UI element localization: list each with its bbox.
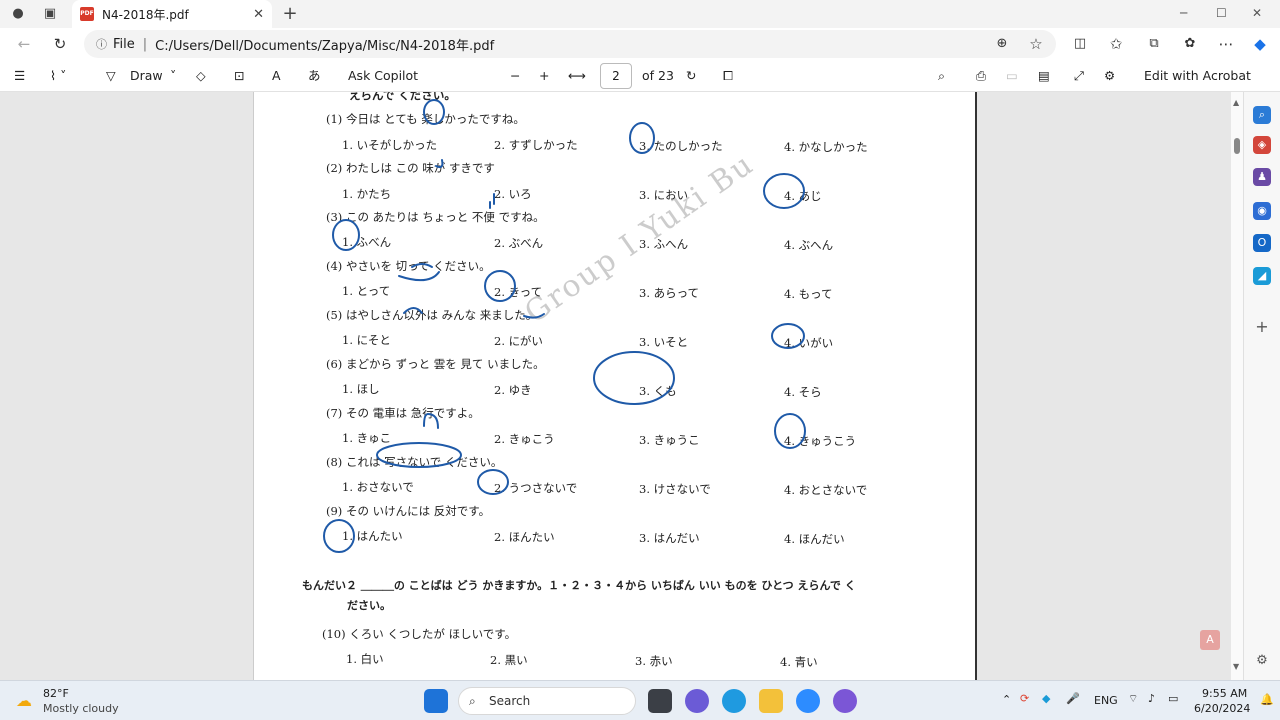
fit-page-icon[interactable]: ⟷ bbox=[568, 68, 586, 84]
page-number-input[interactable]: 2 bbox=[600, 63, 632, 89]
pdf-toolbar: ☰ ⌇ ˅ ▽ Draw ˅ ◇ ⊡ A あ Ask Copilot − + ⟷… bbox=[0, 60, 1280, 92]
microphone-icon[interactable]: 🎤 bbox=[1066, 692, 1080, 705]
save-as-icon[interactable]: ▤ bbox=[1038, 68, 1050, 84]
edge-sidebar: ⌕ ◈ ♟ ◉ O ◢ + ⚙ bbox=[1243, 92, 1280, 680]
edge-icon[interactable] bbox=[722, 689, 746, 713]
tab-title: N4-2018年.pdf bbox=[102, 7, 189, 22]
language-indicator[interactable]: ENG bbox=[1094, 694, 1118, 707]
sidebar-drop-icon[interactable]: ◢ bbox=[1253, 267, 1271, 285]
tray-app-icon[interactable]: ◆ bbox=[1042, 692, 1050, 705]
draw-icon[interactable]: ▽ bbox=[106, 68, 116, 84]
taskbar-search-icon: ⌕ bbox=[469, 694, 476, 708]
viber-icon[interactable] bbox=[833, 689, 857, 713]
wifi-icon[interactable]: ⌔ bbox=[1128, 692, 1138, 706]
sidebar-add-icon[interactable]: + bbox=[1253, 318, 1271, 336]
pdf-icon: PDF bbox=[80, 7, 94, 21]
clock-date[interactable]: 6/20/2024 bbox=[1194, 702, 1250, 715]
page-count: of 23 bbox=[642, 68, 674, 83]
address-bar[interactable]: ⓘ File | C:/Users/Dell/Documents/Zapya/M… bbox=[84, 30, 1056, 58]
meet-icon[interactable] bbox=[685, 689, 709, 713]
sidebar-games-icon[interactable]: ♟ bbox=[1253, 168, 1271, 186]
volume-icon[interactable]: ♪ bbox=[1148, 692, 1155, 705]
split-screen-icon[interactable]: ◫ bbox=[1070, 34, 1090, 54]
tab-strip: ● ▣ PDF N4-2018年.pdf ✕ + ─ ☐ ✕ bbox=[0, 0, 1280, 28]
close-window-icon[interactable]: ✕ bbox=[1252, 6, 1262, 20]
weather-desc: Mostly cloudy bbox=[43, 702, 119, 715]
notifications-icon[interactable]: 🔔 bbox=[1260, 693, 1274, 706]
sidebar-shopping-icon[interactable]: ◈ bbox=[1253, 136, 1271, 154]
url-separator: | bbox=[142, 36, 148, 52]
scroll-up-icon[interactable]: ▲ bbox=[1233, 98, 1239, 107]
profile-icon[interactable]: ● bbox=[8, 4, 28, 24]
maximize-icon[interactable]: ☐ bbox=[1216, 6, 1227, 20]
task-view-icon[interactable] bbox=[648, 689, 672, 713]
scrollbar-thumb[interactable] bbox=[1234, 138, 1240, 154]
tray-sync-icon[interactable]: ⟳ bbox=[1020, 692, 1029, 705]
ink-annotations bbox=[323, 99, 806, 553]
address-bar-row: ← ↻ ⓘ File | C:/Users/Dell/Documents/Zap… bbox=[0, 28, 1280, 60]
eraser-icon[interactable]: ◇ bbox=[196, 68, 206, 84]
weather-temp: 82°F bbox=[43, 687, 69, 700]
draw-dropdown-icon[interactable]: ˅ bbox=[170, 68, 176, 84]
sidebar-m365-icon[interactable]: ◉ bbox=[1253, 202, 1271, 220]
scroll-down-icon[interactable]: ▼ bbox=[1233, 662, 1239, 671]
weather-icon[interactable]: ☁ bbox=[16, 691, 32, 710]
extensions-icon[interactable]: ✿ bbox=[1180, 34, 1200, 54]
zoom-in-icon[interactable]: + bbox=[539, 68, 549, 84]
info-icon: ⓘ bbox=[96, 38, 107, 51]
pdf-viewer[interactable]: Group I Yuki Bu えらんで ください。 (1) 今日は とても 楽… bbox=[0, 92, 1231, 680]
taskbar-search[interactable]: ⌕ Search bbox=[458, 687, 636, 715]
tab-pdf[interactable]: PDF N4-2018年.pdf ✕ bbox=[72, 0, 272, 28]
battery-icon[interactable]: ▭ bbox=[1168, 692, 1178, 705]
taskbar: ☁ 82°F Mostly cloudy ⌕ Search ⌃ ⟳ ◆ 🎤 EN… bbox=[0, 680, 1280, 720]
refresh-icon[interactable]: ↻ bbox=[50, 34, 70, 54]
clock-time[interactable]: 9:55 AM bbox=[1202, 687, 1247, 700]
start-icon[interactable] bbox=[424, 689, 448, 713]
edit-with-acrobat-button[interactable]: Edit with Acrobat bbox=[1144, 68, 1251, 84]
favorites-icon[interactable]: ✩ bbox=[1106, 34, 1126, 54]
text-box-icon[interactable]: ⊡ bbox=[234, 68, 244, 84]
zoom-icon[interactable] bbox=[796, 689, 820, 713]
zoom-icon[interactable]: ⊕ bbox=[992, 34, 1012, 54]
draw-button[interactable]: Draw bbox=[130, 68, 163, 84]
page-view-icon[interactable]: ⧠ bbox=[723, 68, 733, 84]
close-tab-icon[interactable]: ✕ bbox=[253, 7, 264, 22]
tray-chevron-icon[interactable]: ⌃ bbox=[1002, 693, 1011, 706]
zoom-out-icon[interactable]: − bbox=[510, 68, 520, 84]
file-explorer-icon[interactable] bbox=[759, 689, 783, 713]
search-icon[interactable]: ⌕ bbox=[938, 68, 945, 84]
copilot-icon[interactable]: ◆ bbox=[1250, 34, 1270, 54]
settings-icon[interactable]: ⚙ bbox=[1104, 68, 1115, 84]
read-aloud-icon[interactable]: A bbox=[272, 68, 281, 84]
url-text: C:/Users/Dell/Documents/Zapya/Misc/N4-20… bbox=[155, 38, 495, 54]
sidebar-search-icon[interactable]: ⌕ bbox=[1253, 106, 1271, 124]
highlight-icon[interactable]: ⌇ ˅ bbox=[50, 68, 66, 84]
acrobat-icon[interactable]: A bbox=[1200, 630, 1220, 650]
ask-copilot-button[interactable]: Ask Copilot bbox=[348, 68, 418, 84]
rotate-icon[interactable]: ↻ bbox=[686, 68, 696, 84]
new-tab-icon[interactable]: + bbox=[280, 4, 300, 24]
tab-actions-icon[interactable]: ▣ bbox=[40, 4, 60, 24]
minimize-icon[interactable]: ─ bbox=[1180, 6, 1187, 20]
url-scheme-label: File bbox=[113, 36, 135, 52]
pdf-page: Group I Yuki Bu えらんで ください。 (1) 今日は とても 楽… bbox=[253, 92, 977, 680]
taskbar-search-label: Search bbox=[489, 694, 531, 708]
print-icon[interactable]: ⎙ bbox=[976, 68, 986, 84]
scrollbar[interactable]: ▲ ▼ bbox=[1231, 92, 1243, 680]
contents-icon[interactable]: ☰ bbox=[14, 68, 25, 84]
sidebar-outlook-icon[interactable]: O bbox=[1253, 234, 1271, 252]
fullscreen-icon[interactable]: ⤢ bbox=[1074, 68, 1084, 84]
favorite-icon[interactable]: ☆ bbox=[1026, 34, 1046, 54]
save-icon[interactable]: ▭ bbox=[1006, 68, 1018, 84]
back-icon[interactable]: ← bbox=[14, 34, 34, 54]
collections-icon[interactable]: ⧉ bbox=[1144, 34, 1164, 54]
translate-icon[interactable]: あ bbox=[308, 68, 321, 84]
sidebar-settings-icon[interactable]: ⚙ bbox=[1253, 652, 1271, 670]
more-icon[interactable]: ⋯ bbox=[1216, 34, 1236, 54]
